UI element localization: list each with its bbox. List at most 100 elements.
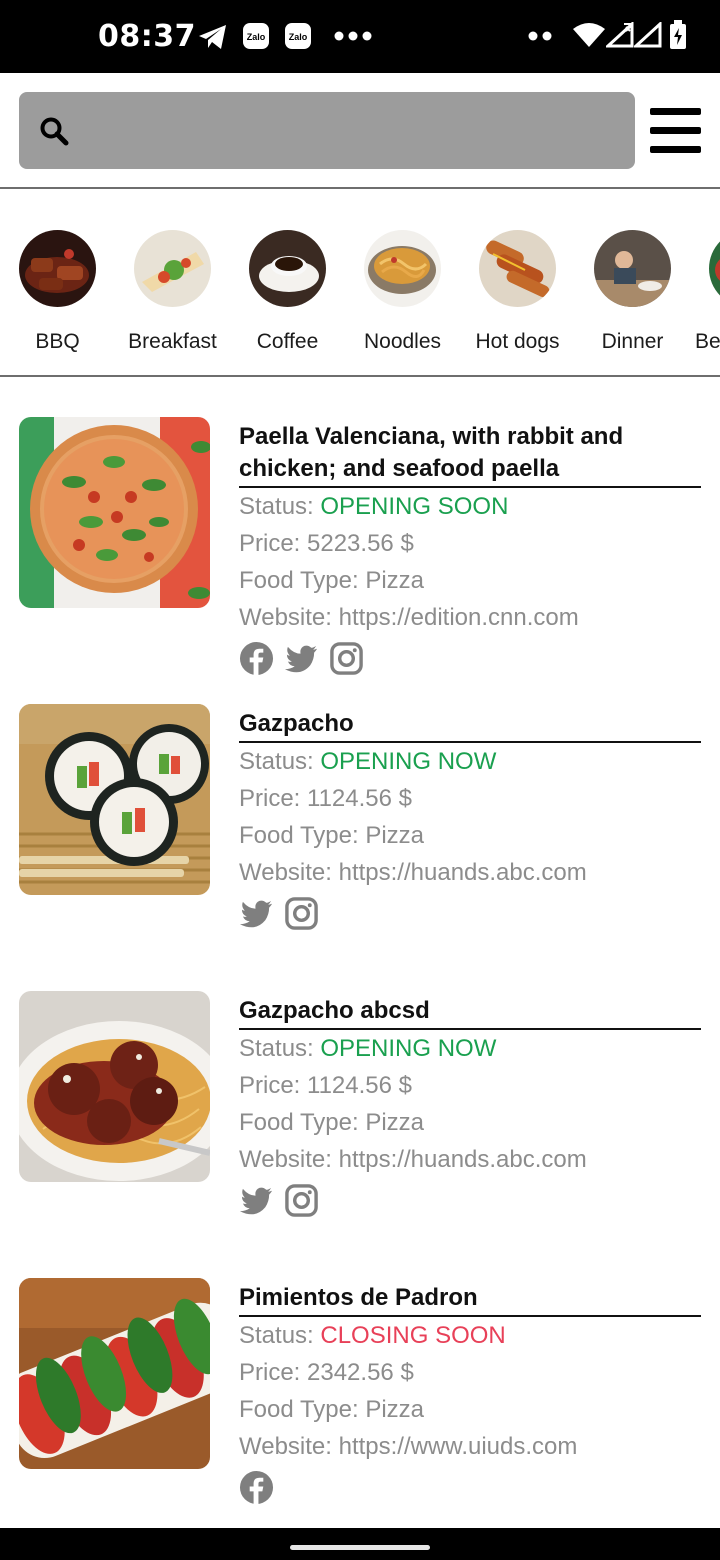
status-line: Status: OPENING NOW [239, 748, 497, 775]
search-input[interactable] [19, 92, 635, 169]
food-type-value: Pizza [365, 1109, 424, 1136]
status-line: Status: OPENING SOON [239, 493, 509, 520]
home-gesture-handle[interactable] [290, 1545, 430, 1550]
search-icon[interactable] [39, 116, 69, 146]
status-line: Status: OPENING NOW [239, 1035, 497, 1062]
twitter-icon[interactable] [284, 641, 319, 676]
category-label: Coffee [256, 330, 319, 353]
restaurant-title[interactable]: Paella Valenciana, with rabbit and chick… [239, 421, 701, 488]
status-bar: 08:37 Zalo Zalo [0, 0, 720, 73]
dots-icon [528, 31, 552, 41]
restaurant-info: Gazpacho abcsd Status: OPENING NOW Price… [239, 995, 701, 1220]
price-line: Price: 2342.56 $ [239, 1359, 414, 1386]
category-dinner[interactable]: Dinner [575, 190, 690, 375]
hotdogs-photo [479, 230, 556, 307]
bbq-photo [19, 230, 96, 307]
social-links [239, 893, 701, 933]
facebook-icon[interactable] [239, 641, 274, 676]
facebook-icon[interactable] [239, 1470, 274, 1505]
wifi-icon [573, 23, 605, 47]
sushi-photo[interactable] [19, 704, 210, 895]
food-type-value: Pizza [365, 1396, 424, 1423]
restaurant-item[interactable]: Gazpacho Status: OPENING NOW Price: 1124… [0, 704, 720, 974]
food-type-value: Pizza [365, 567, 424, 594]
food-type-line: Food Type: Pizza [239, 1109, 424, 1136]
status-badge: OPENING NOW [320, 748, 497, 775]
system-nav-bar [0, 1528, 720, 1560]
price-value: 2342.56 $ [307, 1359, 414, 1386]
category-noodles[interactable]: Noodles [345, 190, 460, 375]
beverage-photo [709, 230, 720, 307]
category-be[interactable]: Be [690, 190, 720, 375]
food-type-line: Food Type: Pizza [239, 1396, 424, 1423]
price-value: 1124.56 $ [307, 785, 413, 812]
dinner-photo [594, 230, 671, 307]
website-link[interactable]: https://huands.abc.com [339, 859, 587, 886]
price-line: Price: 5223.56 $ [239, 530, 414, 557]
restaurant-info: Pimientos de Padron Status: CLOSING SOON… [239, 1282, 701, 1507]
category-strip[interactable]: BBQ Breakfast Coffee Noodles Hot dogs Di… [0, 190, 720, 377]
meatballs-spaghetti-photo[interactable] [19, 991, 210, 1182]
restaurant-title[interactable]: Gazpacho [239, 708, 701, 743]
status-time: 08:37 [98, 19, 196, 54]
category-label: Be [695, 330, 720, 353]
svg-text:Zalo: Zalo [289, 32, 308, 42]
category-bbq[interactable]: BBQ [0, 190, 115, 375]
category-label: Dinner [601, 330, 664, 353]
pizza-photo[interactable] [19, 417, 210, 608]
restaurant-info: Paella Valenciana, with rabbit and chick… [239, 421, 701, 678]
social-links [239, 1180, 701, 1220]
restaurant-item[interactable]: Pimientos de Padron Status: CLOSING SOON… [0, 1278, 720, 1518]
category-label: Hot dogs [475, 330, 560, 353]
zalo-icon: Zalo [243, 23, 269, 49]
price-value: 5223.56 $ [307, 530, 414, 557]
twitter-icon[interactable] [239, 1183, 274, 1218]
instagram-icon[interactable] [329, 641, 364, 676]
status-badge: OPENING SOON [320, 493, 509, 520]
restaurant-title[interactable]: Gazpacho abcsd [239, 995, 701, 1030]
restaurant-title[interactable]: Pimientos de Padron [239, 1282, 701, 1317]
website-line: Website: https://edition.cnn.com [239, 604, 579, 631]
status-badge: CLOSING SOON [320, 1322, 506, 1349]
battery-charging-icon [670, 20, 686, 49]
category-label: Noodles [363, 330, 442, 353]
signal-icon [606, 22, 634, 48]
social-links [239, 1467, 701, 1507]
signal-x-icon [634, 22, 662, 48]
svg-text:Zalo: Zalo [247, 32, 266, 42]
category-label: BBQ [35, 330, 80, 353]
hamburger-menu-icon[interactable] [650, 108, 701, 154]
category-hot-dogs[interactable]: Hot dogs [460, 190, 575, 375]
price-line: Price: 1124.56 $ [239, 1072, 413, 1099]
restaurant-item[interactable]: Paella Valenciana, with rabbit and chick… [0, 417, 720, 687]
caprese-photo[interactable] [19, 1278, 210, 1469]
instagram-icon[interactable] [284, 896, 319, 931]
status-badge: OPENING NOW [320, 1035, 497, 1062]
price-line: Price: 1124.56 $ [239, 785, 413, 812]
coffee-photo [249, 230, 326, 307]
food-type-line: Food Type: Pizza [239, 567, 424, 594]
category-breakfast[interactable]: Breakfast [115, 190, 230, 375]
zalo-icon: Zalo [285, 23, 311, 49]
website-link[interactable]: https://www.uiuds.com [339, 1433, 578, 1460]
website-line: Website: https://huands.abc.com [239, 859, 587, 886]
noodles-photo [364, 230, 441, 307]
category-label: Breakfast [128, 330, 217, 353]
telegram-icon [199, 25, 226, 49]
restaurant-info: Gazpacho Status: OPENING NOW Price: 1124… [239, 708, 701, 933]
website-line: Website: https://www.uiuds.com [239, 1433, 578, 1460]
social-links [239, 638, 701, 678]
food-type-line: Food Type: Pizza [239, 822, 424, 849]
twitter-icon[interactable] [239, 896, 274, 931]
app-header [0, 73, 720, 189]
category-coffee[interactable]: Coffee [230, 190, 345, 375]
breakfast-photo [134, 230, 211, 307]
more-dots-icon [334, 31, 372, 41]
website-link[interactable]: https://edition.cnn.com [339, 604, 579, 631]
status-line: Status: CLOSING SOON [239, 1322, 506, 1349]
instagram-icon[interactable] [284, 1183, 319, 1218]
website-link[interactable]: https://huands.abc.com [339, 1146, 587, 1173]
food-type-value: Pizza [365, 822, 424, 849]
restaurant-item[interactable]: Gazpacho abcsd Status: OPENING NOW Price… [0, 991, 720, 1261]
price-value: 1124.56 $ [307, 1072, 413, 1099]
